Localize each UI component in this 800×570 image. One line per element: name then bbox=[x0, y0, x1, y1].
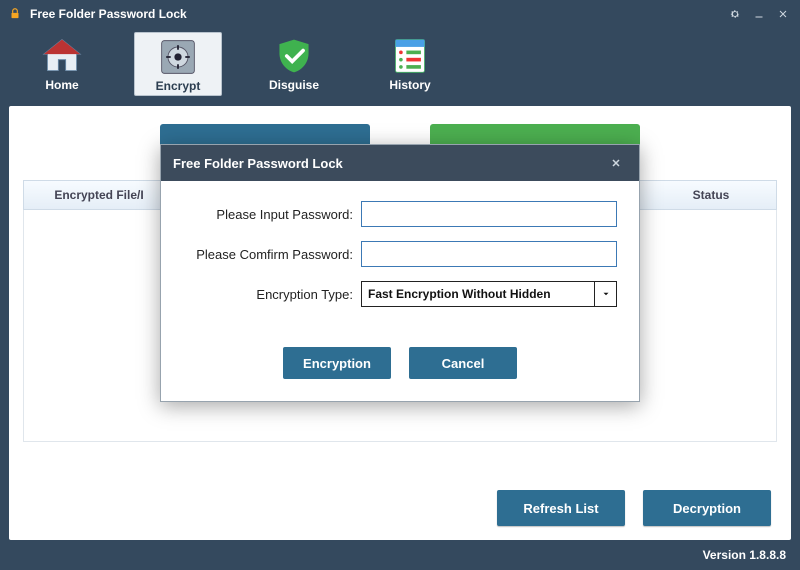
modal-overlay: Free Folder Password Lock Please Input P… bbox=[0, 0, 800, 570]
password-input[interactable] bbox=[361, 201, 617, 227]
dialog-titlebar: Free Folder Password Lock bbox=[161, 145, 639, 181]
dialog-close-icon[interactable] bbox=[605, 152, 627, 174]
dialog-footer: Encryption Cancel bbox=[161, 329, 639, 401]
encryption-type-select[interactable]: Fast Encryption Without Hidden bbox=[361, 281, 617, 307]
confirm-input[interactable] bbox=[361, 241, 617, 267]
password-label: Please Input Password: bbox=[183, 207, 361, 222]
dialog-body: Please Input Password: Please Comfirm Pa… bbox=[161, 181, 639, 329]
chevron-down-icon bbox=[594, 282, 616, 306]
dialog-cancel-button[interactable]: Cancel bbox=[409, 347, 517, 379]
type-label: Encryption Type: bbox=[183, 287, 361, 302]
encryption-type-value: Fast Encryption Without Hidden bbox=[368, 287, 551, 301]
confirm-label: Please Comfirm Password: bbox=[183, 247, 361, 262]
password-dialog: Free Folder Password Lock Please Input P… bbox=[160, 144, 640, 402]
dialog-title: Free Folder Password Lock bbox=[173, 156, 343, 171]
dialog-encrypt-button[interactable]: Encryption bbox=[283, 347, 391, 379]
